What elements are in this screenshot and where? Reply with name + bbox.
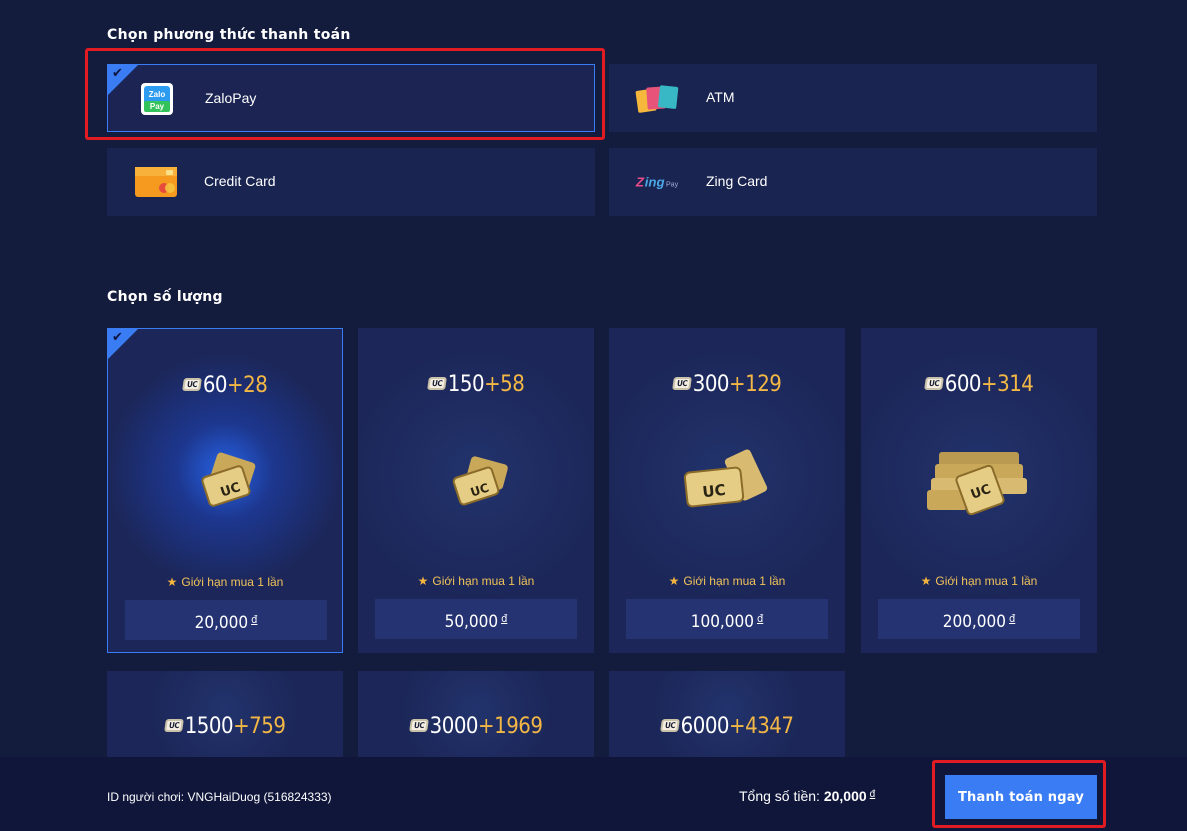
package-bonus: +58	[484, 372, 525, 397]
checkmark-icon: ✔	[112, 329, 123, 344]
uc-coins-image: UC	[927, 452, 1027, 516]
star-icon: ★	[166, 575, 178, 589]
package-base: 6000	[680, 714, 730, 739]
uc-icon: UC	[659, 719, 680, 732]
svg-text:ing: ing	[645, 174, 665, 189]
uc-package-6000[interactable]: UC 6000+4347	[609, 671, 845, 757]
uc-icon: UC	[426, 377, 447, 390]
package-price: 200,000 đ	[878, 599, 1080, 639]
price-value: 20,000	[194, 613, 249, 633]
total-label: Tổng số tiền:	[739, 788, 820, 804]
uc-icon: UC	[408, 719, 429, 732]
uc-package-1500[interactable]: UC 1500+759	[107, 671, 343, 757]
star-icon: ★	[417, 574, 429, 588]
purchase-limit: ★ Giới hạn mua 1 lần	[108, 575, 342, 589]
uc-icon: UC	[163, 719, 184, 732]
uc-package-60[interactable]: ✔ UC 60+28 UC ★ Giới hạn mua 1 lần 20,000 đ	[107, 328, 343, 653]
package-base: 300	[692, 372, 730, 397]
package-amount: UC 60+28	[108, 373, 342, 398]
package-bonus: +28	[227, 373, 268, 398]
svg-text:Pay: Pay	[666, 181, 679, 188]
purchase-limit-text: Giới hạn mua 1 lần	[432, 574, 535, 588]
payment-option-label: ZaloPay	[205, 90, 257, 106]
uc-coins-image: UC	[452, 456, 508, 506]
uc-coins-image: UC	[201, 452, 256, 507]
package-amount: UC 150+58	[358, 372, 594, 397]
package-base: 3000	[429, 714, 479, 739]
package-amount: UC 3000+1969	[358, 714, 594, 739]
credit-card-icon	[133, 165, 179, 199]
uc-coins-image: UC	[683, 449, 768, 508]
quantity-title: Chọn số lượng	[107, 289, 223, 305]
payment-option-credit-card[interactable]: Credit Card	[107, 148, 595, 216]
package-bonus: +129	[729, 372, 782, 397]
checkout-footer: ID người chơi: VNGHaiDuog (516824333) Tổ…	[0, 757, 1187, 831]
currency-symbol: đ	[869, 789, 876, 800]
currency-symbol: đ	[1008, 612, 1016, 625]
currency-symbol: đ	[756, 612, 764, 625]
package-price: 20,000 đ	[125, 600, 327, 640]
purchase-limit: ★ Giới hạn mua 1 lần	[609, 574, 845, 588]
star-icon: ★	[920, 574, 932, 588]
currency-symbol: đ	[501, 612, 508, 625]
package-bonus: +4347	[729, 714, 794, 739]
payment-option-label: Zing Card	[706, 173, 768, 189]
package-bonus: +314	[981, 372, 1034, 397]
svg-text:Z: Z	[635, 174, 645, 189]
payment-option-atm[interactable]: ATM	[609, 64, 1097, 132]
atm-cards-icon	[635, 81, 681, 115]
svg-text:UC: UC	[702, 481, 727, 501]
purchase-limit: ★ Giới hạn mua 1 lần	[861, 574, 1097, 588]
package-bonus: +1969	[478, 714, 543, 739]
price-value: 50,000	[444, 612, 499, 632]
package-amount: UC 600+314	[861, 372, 1097, 397]
svg-text:Pay: Pay	[150, 102, 165, 111]
payment-option-label: ATM	[706, 89, 735, 105]
uc-package-300[interactable]: UC 300+129 UC ★ Giới hạn mua 1 lần 100,000…	[609, 328, 845, 653]
zalopay-icon: Zalo Pay	[134, 82, 180, 116]
uc-icon: UC	[923, 377, 944, 390]
payment-option-zing-card[interactable]: Z ing Pay Zing Card	[609, 148, 1097, 216]
package-base: 600	[944, 372, 982, 397]
uc-package-600[interactable]: UC 600+314 UC ★ Giới hạn mua 1 lần 200,000…	[861, 328, 1097, 653]
package-amount: UC 300+129	[609, 372, 845, 397]
player-id: ID người chơi: VNGHaiDuog (516824333)	[107, 790, 332, 804]
pay-now-button[interactable]: Thanh toán ngay	[945, 775, 1097, 819]
zing-pay-icon: Z ing Pay	[635, 165, 681, 199]
package-price: 100,000 đ	[626, 599, 828, 639]
checkmark-icon: ✔	[112, 65, 123, 80]
purchase-limit-text: Giới hạn mua 1 lần	[181, 575, 284, 589]
uc-package-3000[interactable]: UC 3000+1969	[358, 671, 594, 757]
package-price: 50,000 đ	[375, 599, 577, 639]
package-bonus: +759	[233, 714, 286, 739]
payment-option-label: Credit Card	[204, 173, 276, 189]
package-amount: UC 6000+4347	[609, 714, 845, 739]
currency-symbol: đ	[251, 613, 258, 626]
package-base: 60	[202, 373, 228, 398]
uc-package-150[interactable]: UC 150+58 UC ★ Giới hạn mua 1 lần 50,000 đ	[358, 328, 594, 653]
purchase-limit: ★ Giới hạn mua 1 lần	[358, 574, 594, 588]
purchase-limit-text: Giới hạn mua 1 lần	[683, 574, 786, 588]
total-amount: Tổng số tiền: 20,000 đ	[739, 788, 875, 804]
package-base: 150	[447, 372, 485, 397]
uc-icon: UC	[181, 378, 202, 391]
total-value: 20,000	[823, 788, 867, 804]
package-amount: UC 1500+759	[107, 714, 343, 739]
uc-icon: UC	[671, 377, 692, 390]
svg-text:Zalo: Zalo	[149, 90, 166, 99]
purchase-limit-text: Giới hạn mua 1 lần	[935, 574, 1038, 588]
star-icon: ★	[668, 574, 680, 588]
price-value: 200,000	[942, 612, 1006, 632]
payment-method-title: Chọn phương thức thanh toán	[107, 27, 351, 43]
payment-option-zalopay[interactable]: ✔ Zalo Pay ZaloPay	[107, 64, 595, 132]
package-base: 1500	[184, 714, 234, 739]
price-value: 100,000	[690, 612, 754, 632]
